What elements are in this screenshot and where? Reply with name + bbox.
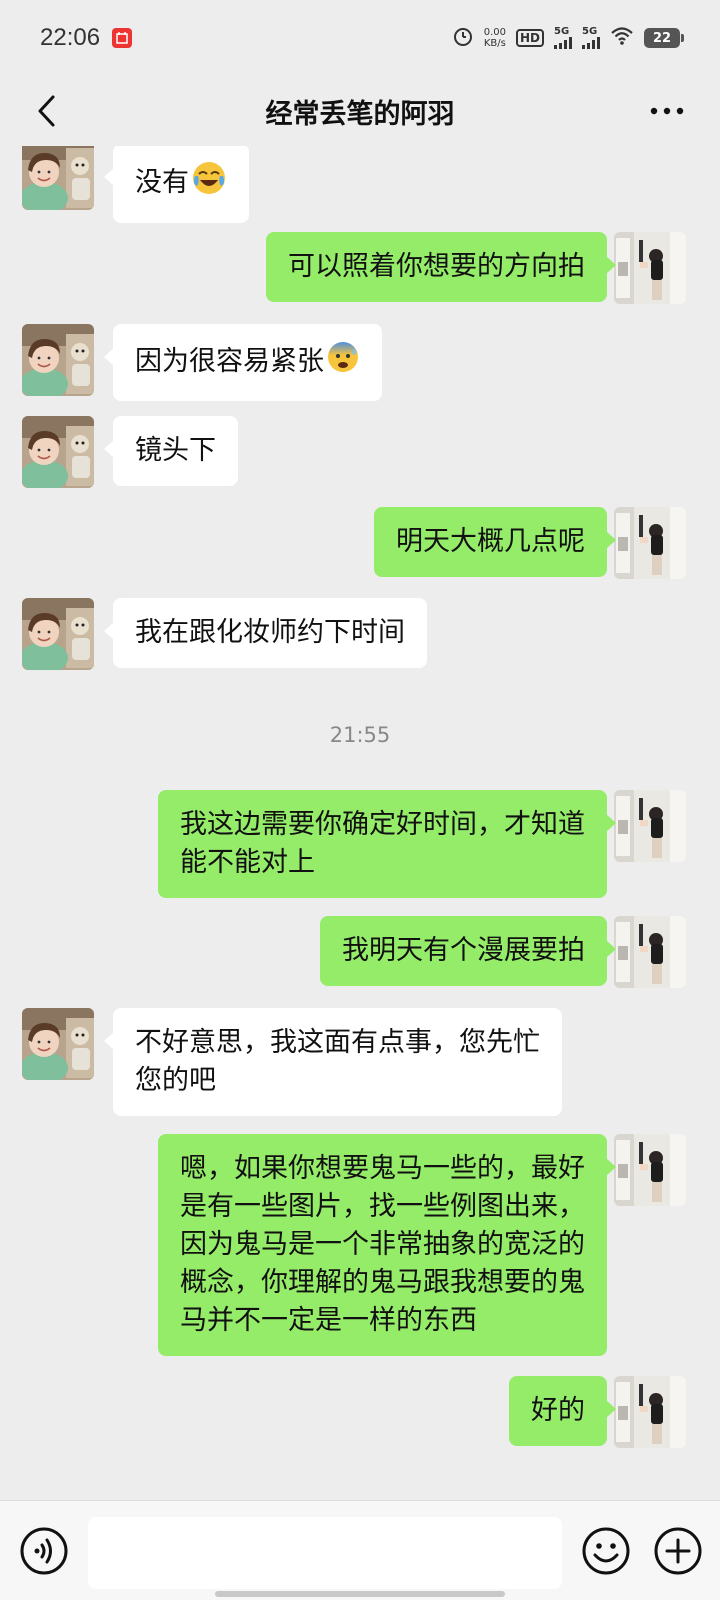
message-text: 我在跟化妆师约下时间	[135, 617, 405, 648]
battery-icon: 22	[644, 28, 684, 48]
message-bubble-received[interactable]: 因为很容易紧张	[104, 324, 382, 401]
message-text: 没有	[135, 167, 189, 198]
message-text-line: 概念，你理解的鬼马跟我想要的鬼	[180, 1267, 585, 1298]
message-bubble-sent[interactable]: 好的	[509, 1376, 616, 1446]
network-speed-unit: KB/s	[483, 38, 506, 49]
voice-input-button[interactable]	[18, 1525, 70, 1577]
message-timestamp: 21:55	[329, 723, 391, 747]
page-title: 经常丢笔的阿羽	[265, 98, 455, 130]
status-bar: 22:06 0.00 KB/s HD 5G 5G 22	[0, 0, 720, 76]
message-text-line: 能不能对上	[180, 847, 315, 878]
signal-sim2-icon: 5G	[582, 27, 600, 49]
self-avatar[interactable]	[614, 232, 686, 304]
self-avatar[interactable]	[614, 1134, 686, 1206]
face-with-tears-of-joy-icon	[191, 160, 227, 207]
chat-header: 经常丢笔的阿羽	[0, 76, 720, 146]
message-bubble-sent[interactable]: 明天大概几点呢	[374, 507, 616, 577]
chat-input-bar	[0, 1500, 720, 1600]
back-button[interactable]	[22, 86, 72, 136]
hd-badge: HD	[515, 29, 544, 47]
self-avatar[interactable]	[614, 790, 686, 862]
notification-app-icon	[112, 28, 133, 48]
voice-icon	[20, 1527, 68, 1575]
smiley-icon	[582, 1527, 630, 1575]
more-options-button[interactable]	[642, 86, 692, 136]
home-indicator[interactable]	[215, 1591, 505, 1597]
emoji-button[interactable]	[580, 1525, 632, 1577]
more-dots-icon	[650, 107, 684, 115]
message-text: 因为很容易紧张	[135, 346, 324, 377]
message-text: 可以照着你想要的方向拍	[288, 251, 585, 282]
contact-avatar[interactable]	[22, 598, 94, 670]
message-bubble-sent[interactable]: 可以照着你想要的方向拍	[266, 232, 616, 302]
contact-avatar[interactable]	[22, 146, 94, 210]
plus-circle-icon	[654, 1527, 702, 1575]
message-text-line: 嗯，如果你想要鬼马一些的，最好	[180, 1153, 585, 1184]
message-bubble-received[interactable]: 没有	[104, 146, 249, 223]
message-text-line: 马并不一定是一样的东西	[180, 1305, 477, 1336]
chevron-left-icon	[38, 95, 55, 127]
self-avatar[interactable]	[614, 1376, 686, 1448]
message-bubble-received[interactable]: 镜头下	[104, 416, 238, 486]
self-avatar[interactable]	[614, 507, 686, 579]
contact-avatar[interactable]	[22, 1008, 94, 1080]
contact-avatar[interactable]	[22, 416, 94, 488]
message-bubble-sent[interactable]: 我明天有个漫展要拍	[320, 916, 616, 986]
more-functions-button[interactable]	[652, 1525, 704, 1577]
message-bubble-sent[interactable]: 嗯，如果你想要鬼马一些的，最好 是有一些图片，找一些例图出来， 因为鬼马是一个非…	[158, 1134, 616, 1356]
message-text: 我明天有个漫展要拍	[342, 935, 585, 966]
message-bubble-received[interactable]: 不好意思，我这面有点事，您先忙 您的吧	[104, 1008, 562, 1116]
signal-sim1-icon: 5G	[554, 27, 572, 49]
message-bubble-sent[interactable]: 我这边需要你确定好时间，才知道 能不能对上	[158, 790, 616, 898]
message-text: 好的	[531, 1395, 585, 1426]
alarm-icon	[452, 25, 474, 51]
message-text-line: 您的吧	[135, 1065, 216, 1096]
message-text-line: 不好意思，我这面有点事，您先忙	[135, 1027, 540, 1058]
sim2-label: 5G	[582, 26, 598, 37]
message-text: 明天大概几点呢	[396, 526, 585, 557]
message-text: 镜头下	[135, 435, 216, 466]
network-speed: 0.00 KB/s	[484, 27, 506, 49]
message-text-line: 是有一些图片，找一些例图出来，	[180, 1191, 585, 1222]
message-text-line: 我这边需要你确定好时间，才知道	[180, 809, 585, 840]
message-input[interactable]	[88, 1517, 562, 1589]
message-bubble-received[interactable]: 我在跟化妆师约下时间	[104, 598, 427, 668]
status-time: 22:06	[40, 24, 101, 51]
anxious-face-with-sweat-icon	[326, 340, 360, 385]
message-list[interactable]: 没有 可以照着你想要的方向拍 因为很容易紧张 镜头下 明天大概几点呢 我在跟化妆…	[0, 146, 720, 1500]
message-text-line: 因为鬼马是一个非常抽象的宽泛的	[180, 1229, 585, 1260]
wifi-icon	[610, 26, 634, 50]
self-avatar[interactable]	[614, 916, 686, 988]
sim1-label: 5G	[554, 26, 570, 37]
network-speed-value: 0.00	[483, 27, 506, 38]
contact-avatar[interactable]	[22, 324, 94, 396]
